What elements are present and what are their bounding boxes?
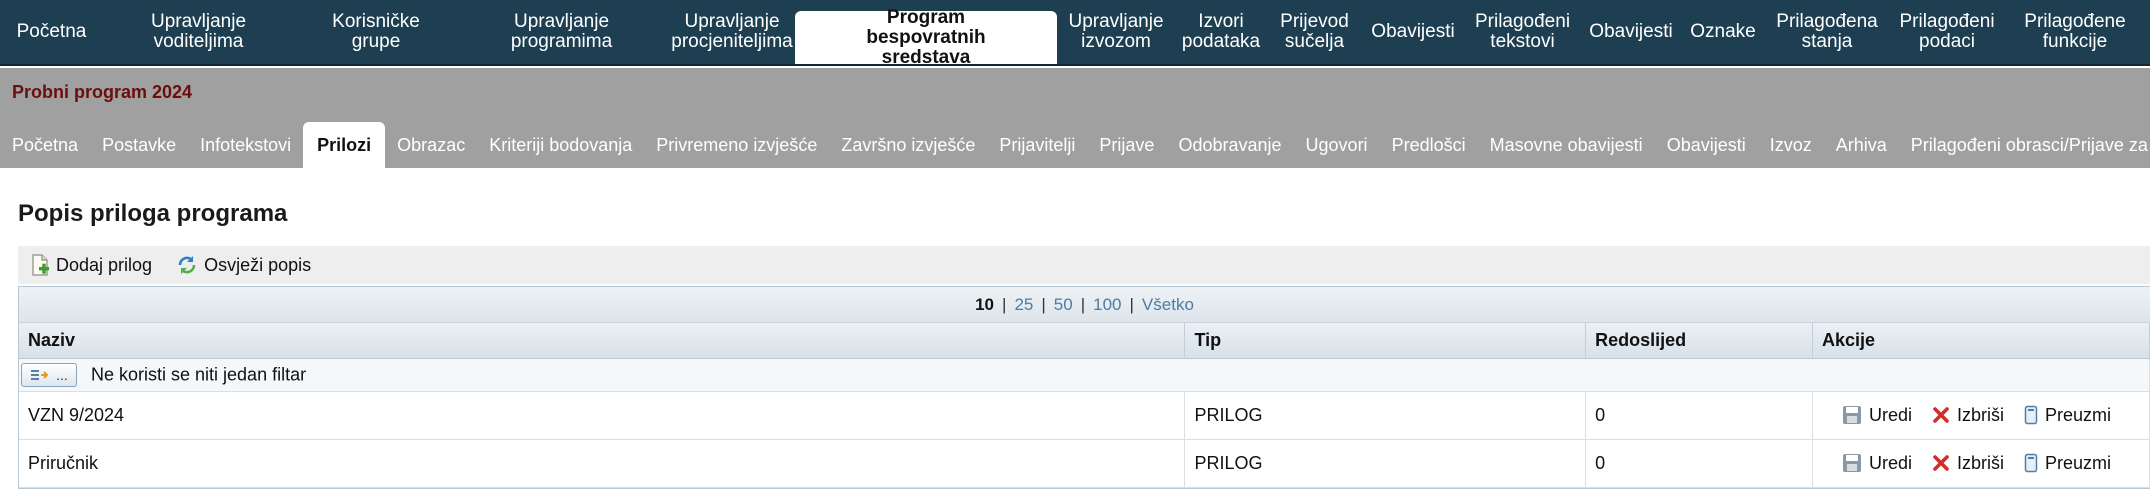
program-bar: Probni program 2024 Početna Postavke Inf… [0, 68, 2150, 168]
page-size-25[interactable]: 25 [1006, 295, 1041, 315]
column-header-tip[interactable]: Tip [1184, 323, 1587, 359]
top-nav-upravljanje-izvozom[interactable]: Upravljanje izvozom [1057, 0, 1175, 64]
cell-redoslijed: 0 [1585, 391, 1813, 440]
delete-x-icon [1933, 455, 1949, 471]
sub-nav-obrazac[interactable]: Obrazac [385, 122, 477, 168]
sub-nav-zavrsno-izvjesce[interactable]: Završno izvješće [829, 122, 987, 168]
filter-cell: ... Ne koristi se niti jedan filtar [19, 358, 2150, 392]
top-nav-pocetna[interactable]: Početna [4, 0, 99, 64]
top-nav-prilagodeni-podaci[interactable]: Prilagođeni podaci [1889, 0, 2005, 64]
page-size-10[interactable]: 10 [967, 295, 1002, 315]
sub-nav-obavijesti[interactable]: Obavijesti [1655, 122, 1758, 168]
top-nav-obavijesti-2[interactable]: Obavijesti [1581, 0, 1681, 64]
cell-tip: PRILOG [1184, 439, 1587, 488]
delete-button[interactable]: Izbriši [1932, 405, 2004, 426]
top-nav-korisnicke-grupe[interactable]: Korisničke grupe [298, 0, 454, 64]
page-size-50[interactable]: 50 [1046, 295, 1081, 315]
page-size-all[interactable]: Všetko [1134, 295, 1202, 315]
delete-x-icon [1933, 407, 1949, 423]
table-row: Priručnik PRILOG 0 Uredi Izbriši Preuzmi [19, 439, 2150, 488]
add-attachment-label: Dodaj prilog [56, 254, 153, 275]
sub-nav-odobravanje[interactable]: Odobravanje [1166, 122, 1293, 168]
top-nav-upravljanje-voditeljima[interactable]: Upravljanje voditeljima [99, 0, 298, 64]
delete-label: Izbriši [1957, 452, 2005, 473]
filter-button[interactable]: ... [21, 362, 77, 387]
top-nav-oznake[interactable]: Oznake [1681, 0, 1765, 64]
edit-button[interactable]: Uredi [1842, 405, 1912, 426]
top-nav-program-bespovratnih-sredstava[interactable]: Program bespovratnih sredstava [795, 7, 1057, 67]
program-title: Probni program 2024 [12, 82, 193, 102]
edit-label: Uredi [1869, 404, 1913, 425]
sub-nav-pocetna[interactable]: Početna [0, 122, 90, 168]
filter-button-label: ... [56, 366, 68, 383]
save-disk-icon [1843, 454, 1861, 472]
page-title: Popis priloga programa [18, 200, 288, 227]
sub-nav-prilozi[interactable]: Prilozi [303, 122, 386, 168]
cell-redoslijed: 0 [1585, 439, 1813, 488]
cell-akcije: Uredi Izbriši Preuzmi [1812, 439, 2150, 488]
sub-nav-izvoz[interactable]: Izvoz [1758, 122, 1824, 168]
download-file-icon [2024, 405, 2038, 425]
add-attachment-button[interactable]: Dodaj prilog [30, 254, 152, 276]
top-nav-upravljanje-programima[interactable]: Upravljanje programima [454, 0, 669, 64]
sub-nav-prilagodeni-obrasci[interactable]: Prilagođeni obrasci/Prijave za izmjenu [1899, 122, 2150, 168]
page-size-pager: 10 | 25 | 50 | 100 | Všetko [19, 287, 2150, 323]
sub-nav-prijave[interactable]: Prijave [1087, 122, 1166, 168]
top-nav-upravljanje-procjeniteljima[interactable]: Upravljanje procjeniteljima [669, 0, 795, 64]
download-file-icon [2024, 453, 2038, 473]
top-nav-prilagodena-stanja[interactable]: Prilagođena stanja [1765, 0, 1889, 64]
sub-nav-postavke[interactable]: Postavke [90, 122, 188, 168]
sub-nav-predlosci[interactable]: Predlošci [1380, 122, 1478, 168]
top-nav-izvori-podataka[interactable]: Izvori podataka [1175, 0, 1267, 64]
cell-naziv: VZN 9/2024 [19, 391, 1186, 440]
column-header-redoslijed[interactable]: Redoslijed [1585, 323, 1813, 359]
attachments-grid: 10 | 25 | 50 | 100 | Všetko Naziv Tip Re… [18, 286, 2150, 489]
download-label: Preuzmi [2045, 452, 2112, 473]
refresh-icon [178, 256, 196, 274]
program-sub-navigation: Početna Postavke Infotekstovi Prilozi Ob… [0, 122, 2150, 168]
sub-nav-prijavitelji[interactable]: Prijavitelji [987, 122, 1087, 168]
sub-nav-privremeno-izvjesce[interactable]: Privremeno izvješće [644, 122, 829, 168]
cell-tip: PRILOG [1184, 391, 1587, 440]
table-row: VZN 9/2024 PRILOG 0 Uredi Izbriši Preuzm… [19, 391, 2150, 440]
top-nav-obavijesti[interactable]: Obavijesti [1362, 0, 1464, 64]
top-nav-prilagodeni-tekstovi[interactable]: Prilagođeni tekstovi [1464, 0, 1581, 64]
page-size-100[interactable]: 100 [1085, 295, 1129, 315]
filter-row: ... Ne koristi se niti jedan filtar [19, 358, 2150, 392]
table-header-row: Naziv Tip Redoslijed Akcije [19, 323, 2150, 359]
edit-button[interactable]: Uredi [1842, 453, 1912, 474]
sub-nav-ugovori[interactable]: Ugovori [1294, 122, 1380, 168]
refresh-list-button[interactable]: Osvježi popis [176, 254, 311, 276]
filter-status-text: Ne koristi se niti jedan filtar [91, 364, 307, 384]
download-button[interactable]: Preuzmi [2024, 405, 2111, 426]
sub-nav-masovne-obavijesti[interactable]: Masovne obavijesti [1478, 122, 1655, 168]
delete-button[interactable]: Izbriši [1932, 453, 2004, 474]
sub-nav-arhiva[interactable]: Arhiva [1824, 122, 1899, 168]
save-disk-icon [1843, 406, 1861, 424]
list-toolbar: Dodaj prilog Osvježi popis [18, 246, 2150, 284]
refresh-list-label: Osvježi popis [204, 254, 312, 275]
add-document-icon [32, 254, 49, 276]
top-nav-prilagodene-funkcije[interactable]: Prilagođene funkcije [2005, 0, 2145, 64]
cell-naziv: Priručnik [19, 439, 1186, 488]
download-button[interactable]: Preuzmi [2024, 453, 2111, 474]
column-header-akcije: Akcije [1812, 323, 2150, 359]
top-navigation: Početna Upravljanje voditeljima Korisnič… [0, 0, 2150, 67]
sub-nav-infotekstovi[interactable]: Infotekstovi [188, 122, 303, 168]
download-label: Preuzmi [2045, 404, 2112, 425]
top-nav-prijevod-sucelja[interactable]: Prijevod sučelja [1267, 0, 1362, 64]
edit-label: Uredi [1869, 452, 1913, 473]
attachments-table: Naziv Tip Redoslijed Akcije ... Ne koris… [19, 323, 2150, 488]
cell-akcije: Uredi Izbriši Preuzmi [1812, 391, 2150, 440]
filter-icon [31, 369, 49, 380]
column-header-naziv[interactable]: Naziv [19, 323, 1186, 359]
delete-label: Izbriši [1957, 404, 2005, 425]
sub-nav-kriteriji-bodovanja[interactable]: Kriteriji bodovanja [477, 122, 644, 168]
